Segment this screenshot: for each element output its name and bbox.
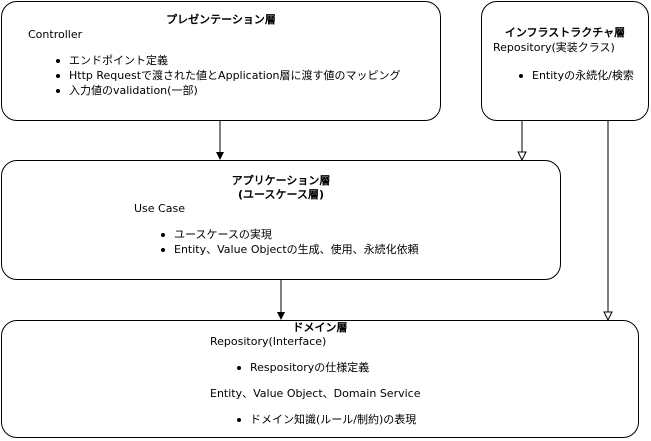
- application-usecase-label: Use Case: [134, 202, 185, 215]
- domain-layer-title: ドメイン層: [292, 321, 348, 334]
- domain-layer-box: ドメイン層 Repository(Interface) Respositoryの…: [1, 320, 639, 438]
- application-bullet-1: ユースケースの実現: [159, 227, 272, 242]
- infrastructure-layer-box: インフラストラクチャ層 Repository(実装クラス) Entityの永続化…: [481, 1, 649, 121]
- arrowhead-infrastructure-to-domain: [603, 311, 613, 322]
- presentation-bullet-3: 入力値のvalidation(一部): [54, 83, 198, 98]
- domain-repository-label: Repository(Interface): [210, 335, 327, 348]
- application-bullet-2: Entity、Value Objectの生成、使用、永続化依頼: [159, 242, 419, 257]
- infrastructure-bullet-1: Entityの永続化/検索: [517, 68, 634, 83]
- domain-entity-label: Entity、Value Object、Domain Service: [210, 387, 421, 400]
- presentation-bullet-2: Http Requestで渡された値とApplication層に渡す値のマッピン…: [54, 68, 401, 83]
- domain-bullet-1: Respositoryの仕様定義: [235, 360, 369, 375]
- arrowhead-presentation-to-application: [216, 152, 224, 160]
- infrastructure-repository-label: Repository(実装クラス): [493, 41, 615, 54]
- domain-bullet-2: ドメイン知識(ルール/制約)の表現: [235, 412, 416, 427]
- infrastructure-layer-title: インフラストラクチャ層: [504, 26, 626, 39]
- application-layer-subtitle: (ユースケース層): [238, 188, 324, 201]
- application-layer-title: アプリケーション層: [231, 174, 331, 187]
- arrowhead-application-to-domain: [277, 312, 285, 320]
- arrowhead-infrastructure-to-application: [517, 151, 527, 162]
- application-layer-box: アプリケーション層 (ユースケース層) Use Case ユースケースの実現 E…: [1, 160, 561, 280]
- presentation-bullet-1: エンドポイント定義: [54, 53, 168, 68]
- presentation-controller-label: Controller: [28, 28, 83, 41]
- presentation-layer-title: プレゼンテーション層: [166, 13, 276, 26]
- presentation-layer-box: プレゼンテーション層 Controller エンドポイント定義 Http Req…: [1, 1, 441, 121]
